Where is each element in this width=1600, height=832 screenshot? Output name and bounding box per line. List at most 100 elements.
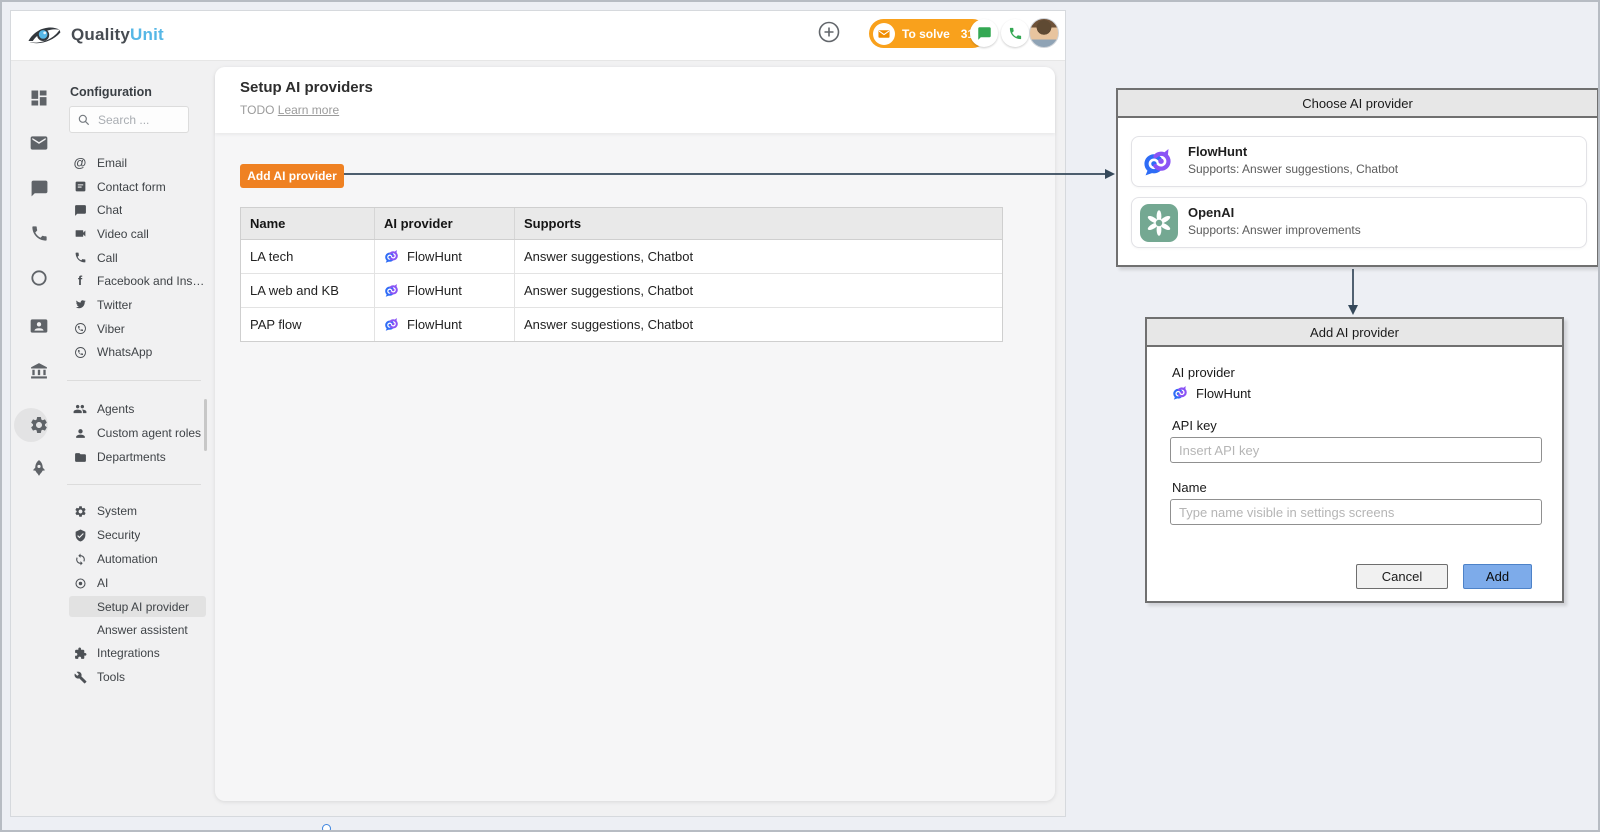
name-input[interactable] <box>1170 499 1542 525</box>
config-item-whatsapp[interactable]: WhatsApp <box>51 341 213 365</box>
column-header-supports: Supports <box>515 208 1002 239</box>
table-header-row: Name AI provider Supports <box>241 208 1002 240</box>
config-item-integrations[interactable]: Integrations <box>51 641 213 665</box>
name-label: Name <box>1172 480 1207 495</box>
provider-option-flowhunt[interactable]: FlowHunt Supports: Answer suggestions, C… <box>1131 136 1587 187</box>
learn-more-link[interactable]: Learn more <box>278 103 339 117</box>
video-camera-icon <box>73 227 87 241</box>
search-input[interactable] <box>96 108 186 131</box>
config-people-list: Agents Custom agent roles Departments <box>51 397 213 469</box>
config-item-viber[interactable]: Viber <box>51 317 213 341</box>
search-icon <box>77 113 91 127</box>
config-item-automation[interactable]: Automation <box>51 547 213 571</box>
page-header: Setup AI providers TODO Learn more <box>215 67 1055 133</box>
to-solve-label: To solve <box>902 27 950 41</box>
config-item-call[interactable]: Call <box>51 246 213 270</box>
table-row[interactable]: PAP flow FlowHunt Answer suggestions, Ch… <box>241 308 1002 341</box>
table-row[interactable]: LA web and KB FlowHunt Answer suggestion… <box>241 274 1002 308</box>
shield-icon <box>73 528 87 542</box>
config-system-list: System Security Automation AI <box>51 499 213 595</box>
organization-icon[interactable] <box>27 359 51 383</box>
chat-icon[interactable] <box>27 176 51 200</box>
config-item-agents[interactable]: Agents <box>51 397 213 421</box>
config-channel-list: @Email Contact form Chat Video call Call… <box>51 151 213 364</box>
add-ai-provider-button[interactable]: Add AI provider <box>240 164 344 188</box>
add-button[interactable]: Add <box>1463 564 1532 589</box>
api-key-input[interactable] <box>1170 437 1542 463</box>
call-header-button[interactable] <box>1001 19 1029 47</box>
logo-eye-icon <box>25 22 63 48</box>
openai-icon <box>1140 204 1178 242</box>
page-subtitle: TODO Learn more <box>240 103 339 117</box>
config-item-tools[interactable]: Tools <box>51 665 213 689</box>
column-header-name: Name <box>241 208 375 239</box>
flowhunt-icon <box>384 249 399 264</box>
plus-circle-icon[interactable] <box>817 20 841 44</box>
divider <box>67 380 201 381</box>
selection-handle[interactable] <box>322 824 331 832</box>
agents-icon <box>73 402 87 416</box>
contact-card-icon[interactable] <box>27 314 51 338</box>
avatar[interactable] <box>1029 18 1059 48</box>
config-item-system[interactable]: System <box>51 499 213 523</box>
phone-icon <box>73 251 87 265</box>
settings-gear-icon[interactable] <box>27 413 51 437</box>
viber-icon <box>73 322 87 336</box>
api-key-label: API key <box>1172 418 1217 433</box>
config-item-ai[interactable]: AI <box>51 571 213 595</box>
config-item-twitter[interactable]: Twitter <box>51 293 213 317</box>
ai-provider-label: AI provider <box>1172 365 1235 380</box>
config-subitem-answer-assistent[interactable]: Answer assistent <box>69 619 206 640</box>
table-row[interactable]: LA tech FlowHunt Answer suggestions, Cha… <box>241 240 1002 274</box>
dashboard-icon[interactable] <box>27 86 51 110</box>
chat-header-button[interactable] <box>970 19 998 47</box>
config-item-chat[interactable]: Chat <box>51 198 213 222</box>
config-item-custom-agent-roles[interactable]: Custom agent roles <box>51 421 213 445</box>
config-item-video-call[interactable]: Video call <box>51 222 213 246</box>
app-header: QualityUnit To solve 31 <box>11 11 1065 61</box>
main-card: Setup AI providers TODO Learn more Add A… <box>215 67 1055 801</box>
call-icon[interactable] <box>27 221 51 245</box>
flowhunt-icon <box>384 283 399 298</box>
chat-bubble-icon <box>73 203 87 217</box>
flowhunt-icon <box>384 317 399 332</box>
envelope-icon <box>873 23 895 45</box>
divider <box>67 484 201 485</box>
selected-provider: FlowHunt <box>1172 385 1251 401</box>
gear-icon <box>73 504 87 518</box>
person-icon <box>73 426 87 440</box>
flowhunt-icon <box>1172 385 1188 401</box>
email-icon[interactable] <box>27 131 51 155</box>
cancel-button[interactable]: Cancel <box>1356 564 1448 589</box>
config-item-email[interactable]: @Email <box>51 151 213 175</box>
puzzle-icon <box>73 646 87 660</box>
target-icon <box>73 576 87 590</box>
flowhunt-icon <box>1142 147 1173 178</box>
config-tail-list: Integrations Tools <box>51 641 213 689</box>
config-scrollbar[interactable] <box>204 399 207 451</box>
provider-option-openai[interactable]: OpenAI Supports: Answer improvements <box>1131 197 1587 248</box>
whatsapp-icon <box>73 345 87 359</box>
providers-table: Name AI provider Supports LA tech FlowHu… <box>240 207 1003 342</box>
logo-text: QualityUnit <box>71 25 164 45</box>
config-search[interactable] <box>69 106 189 133</box>
logo[interactable]: QualityUnit <box>25 22 164 48</box>
add-ai-provider-dialog: Add AI provider AI provider FlowHunt API… <box>1145 317 1564 603</box>
add-dialog-title: Add AI provider <box>1147 319 1562 347</box>
folder-icon <box>73 450 87 464</box>
rocket-icon[interactable] <box>27 456 51 480</box>
app-window: QualityUnit To solve 31 Configuration <box>10 10 1066 817</box>
status-circle-icon[interactable] <box>27 266 51 290</box>
sync-icon <box>73 552 87 566</box>
config-subitem-setup-ai-provider[interactable]: Setup AI provider <box>69 596 206 617</box>
facebook-icon: f <box>73 274 87 288</box>
screenshot-canvas: QualityUnit To solve 31 Configuration <box>0 0 1600 832</box>
choose-panel-title: Choose AI provider <box>1118 90 1597 118</box>
config-item-security[interactable]: Security <box>51 523 213 547</box>
form-icon <box>73 180 87 194</box>
config-item-departments[interactable]: Departments <box>51 445 213 469</box>
config-item-facebook[interactable]: fFacebook and Inst... <box>51 269 213 293</box>
config-item-contact-form[interactable]: Contact form <box>51 175 213 199</box>
config-panel-title: Configuration <box>70 85 152 99</box>
twitter-icon <box>73 298 87 312</box>
